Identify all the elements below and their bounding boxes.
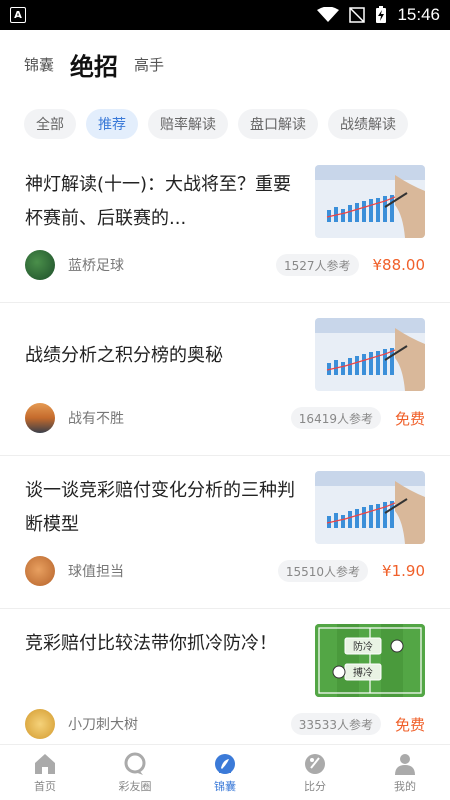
chart-thumbnail (315, 165, 425, 238)
tips-pouch-icon (215, 753, 235, 774)
tab-home[interactable]: 首页 (0, 745, 90, 800)
field-label: 搏冷 (353, 666, 373, 679)
filter-handicap[interactable]: 盘口解读 (238, 109, 318, 139)
tab-label: 我的 (394, 779, 416, 793)
tab-score[interactable]: 比分 (270, 745, 360, 800)
article-item[interactable]: 谈一谈竞彩赔付变化分析的三种判断模型 球值担当 15510人参考 ¥1.90 (0, 456, 450, 609)
tab-jinnang[interactable]: 锦囊 (24, 54, 54, 75)
filter-record[interactable]: 战绩解读 (328, 109, 408, 139)
scoreboard-icon (305, 753, 325, 774)
article-list: 神灯解读(十一)：大战将至？重要杯赛前、后联赛的... 蓝桥足球 1527人参考… (0, 150, 450, 762)
tab-gaoshou[interactable]: 高手 (134, 54, 164, 75)
tab-juezhao[interactable]: 绝招 (70, 47, 118, 82)
price: 免费 (394, 409, 425, 428)
filter-recommended[interactable]: 推荐 (86, 109, 138, 139)
field-label: 防冷 (353, 640, 373, 653)
article-title: 竞彩赔付比较法带你抓冷防冷！ (25, 633, 277, 654)
author-name[interactable]: 战有不胜 (68, 408, 124, 428)
author-avatar[interactable] (25, 709, 55, 739)
top-tabs: 锦囊 绝招 高手 (0, 30, 450, 98)
tab-label: 锦囊 (214, 779, 236, 793)
home-icon (35, 753, 55, 774)
notification-icon: A (10, 7, 26, 23)
author-avatar[interactable] (25, 250, 55, 280)
article-title: 谈一谈竞彩赔付变化分析的三种判断模型 (25, 480, 295, 535)
bottom-tab-bar: 首页 彩友圈 锦囊 比分 我的 (0, 744, 450, 800)
status-bar: A 15:46 (0, 0, 450, 30)
view-count: 1527人参考 (275, 254, 359, 276)
view-count: 15510人参考 (277, 560, 369, 582)
tab-community[interactable]: 彩友圈 (90, 745, 180, 800)
wifi-icon (317, 7, 340, 22)
article-title: 神灯解读(十一)：大战将至？重要杯赛前、后联赛的... (25, 174, 292, 229)
tab-tips[interactable]: 锦囊 (180, 745, 270, 800)
tab-mine[interactable]: 我的 (360, 745, 450, 800)
price: ¥1.90 (382, 562, 425, 580)
chart-thumbnail (315, 318, 425, 391)
chart-thumbnail (315, 471, 425, 544)
price: 免费 (394, 715, 425, 734)
author-avatar[interactable] (25, 556, 55, 586)
no-signal-icon (349, 7, 366, 23)
user-icon (395, 753, 415, 775)
article-item[interactable]: 神灯解读(十一)：大战将至？重要杯赛前、后联赛的... 蓝桥足球 1527人参考… (0, 150, 450, 303)
price: ¥88.00 (372, 256, 426, 274)
author-name[interactable]: 蓝桥足球 (68, 255, 124, 275)
filter-all[interactable]: 全部 (24, 109, 76, 139)
clock: 15:46 (397, 5, 440, 24)
tab-label: 首页 (34, 779, 56, 793)
football-field-thumbnail: 防冷 搏冷 (315, 624, 425, 697)
view-count: 33533人参考 (290, 713, 381, 735)
tab-label: 彩友圈 (118, 779, 152, 793)
filter-chips: 全部 推荐 赔率解读 盘口解读 战绩解读 (0, 102, 450, 146)
author-name[interactable]: 球值担当 (68, 561, 124, 581)
article-item[interactable]: 战绩分析之积分榜的奥秘 战有不胜 16419人参考 免费 (0, 303, 450, 456)
chat-bubble-icon (124, 752, 146, 775)
article-title: 战绩分析之积分榜的奥秘 (25, 345, 223, 366)
article-item[interactable]: 竞彩赔付比较法带你抓冷防冷！ 防冷 搏冷 小刀刺大树 33533人参考 免费 (0, 609, 450, 762)
author-avatar[interactable] (25, 403, 55, 433)
filter-odds[interactable]: 赔率解读 (148, 109, 228, 139)
battery-charging-icon (376, 6, 387, 23)
tab-label: 比分 (304, 779, 326, 793)
view-count: 16419人参考 (290, 407, 381, 429)
author-name[interactable]: 小刀刺大树 (68, 714, 138, 734)
